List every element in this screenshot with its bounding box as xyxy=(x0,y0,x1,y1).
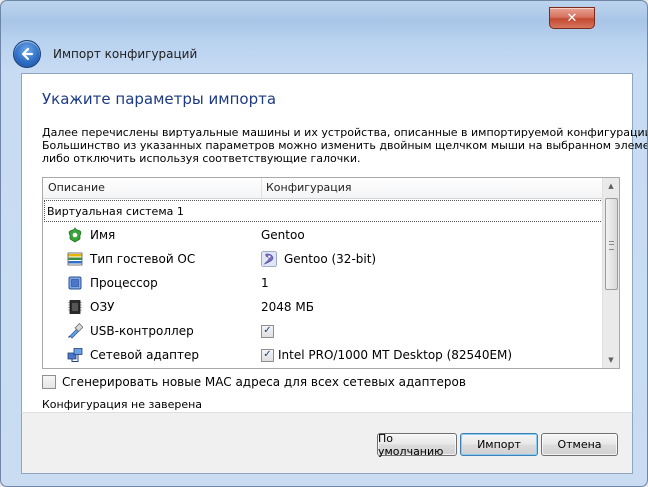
description-line: либо отключить используя соответствующие… xyxy=(42,152,361,165)
close-icon: ✕ xyxy=(566,10,578,26)
window-title: Импорт конфигураций xyxy=(53,47,198,61)
name-icon xyxy=(67,227,83,243)
row-label: Сетевой адаптер xyxy=(90,348,200,362)
scrollbar-thumb[interactable] xyxy=(605,198,618,290)
gentoo-logo-icon xyxy=(261,251,277,267)
import-button[interactable]: Импорт xyxy=(460,433,538,456)
restore-defaults-button[interactable]: По умолчанию xyxy=(377,432,457,458)
row-label: Процессор xyxy=(90,276,158,290)
page-heading: Укажите параметры импорта xyxy=(42,90,277,108)
table-row[interactable]: Тип гостевой ОС Gentoo (32-bit) xyxy=(43,247,603,271)
row-label: Имя xyxy=(90,228,116,242)
network-adapter-checkbox[interactable]: ✓ xyxy=(261,348,274,362)
table-row[interactable]: ОЗУ 2048 МБ xyxy=(43,295,603,319)
table-row[interactable]: Процессор 1 xyxy=(43,271,603,295)
close-button[interactable]: ✕ xyxy=(549,7,595,29)
back-arrow-icon xyxy=(21,47,34,61)
tree-scrollbar[interactable]: ▲ ▼ xyxy=(602,178,619,368)
row-label: USB-контроллер xyxy=(90,324,194,338)
row-value: Gentoo (32-bit) xyxy=(284,252,377,266)
row-label: ОЗУ xyxy=(90,300,115,314)
table-row[interactable]: Сетевой адаптер ✓ Intel PRO/1000 MT Desk… xyxy=(43,343,603,367)
table-row[interactable]: Имя Gentoo xyxy=(43,223,603,247)
description-line: Большинство из указанных параметров можн… xyxy=(42,139,648,152)
regenerate-mac-checkbox[interactable] xyxy=(42,375,56,389)
signature-status: Конфигурация не заверена xyxy=(42,398,203,411)
row-label: Тип гостевой ОС xyxy=(90,252,196,266)
column-header-configuration[interactable]: Конфигурация xyxy=(261,178,596,198)
row-value: 2048 МБ xyxy=(261,300,314,314)
grip-icon xyxy=(609,241,614,250)
column-header-description[interactable]: Описание xyxy=(43,178,262,198)
os-type-icon xyxy=(67,251,83,267)
row-value: Gentoo xyxy=(261,228,305,242)
ram-icon xyxy=(67,299,83,315)
tree-header: Описание Конфигурация xyxy=(43,178,603,199)
title-bar: Импорт конфигураций xyxy=(13,37,633,71)
cpu-icon xyxy=(67,275,83,291)
scroll-up-icon[interactable]: ▲ xyxy=(603,178,619,194)
button-bar: По умолчанию Импорт Отмена xyxy=(21,412,633,474)
row-value: Intel PRO/1000 MT Desktop (82540EM) xyxy=(278,348,513,362)
back-button[interactable] xyxy=(13,40,41,68)
wizard-page: Укажите параметры импорта Далее перечисл… xyxy=(21,73,648,414)
dialog-window: ✕ Импорт конфигураций Укажите параметры … xyxy=(0,0,648,487)
cancel-button[interactable]: Отмена xyxy=(541,433,618,456)
appliance-settings-tree[interactable]: Описание Конфигурация Виртуальная систем… xyxy=(42,177,620,369)
usb-icon xyxy=(67,323,83,339)
scroll-down-icon[interactable]: ▼ xyxy=(603,352,619,368)
page-description: Далее перечислены виртуальные машины и и… xyxy=(42,126,648,165)
regenerate-mac-label[interactable]: Сгенерировать новые MAC адреса для всех … xyxy=(62,375,466,389)
regenerate-mac-option[interactable]: Сгенерировать новые MAC адреса для всех … xyxy=(42,374,466,390)
row-value: 1 xyxy=(261,276,269,290)
usb-controller-checkbox[interactable]: ✓ xyxy=(261,324,274,338)
table-row[interactable]: USB-контроллер ✓ xyxy=(43,319,603,343)
network-adapter-icon xyxy=(67,347,83,363)
description-line: Далее перечислены виртуальные машины и и… xyxy=(42,126,648,139)
virtual-system-group[interactable]: Виртуальная система 1 xyxy=(44,200,603,222)
